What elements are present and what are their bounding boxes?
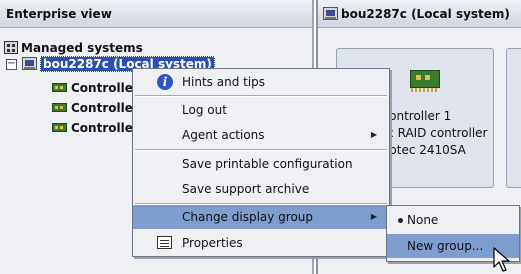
submenu-item-none[interactable]: None [387,208,519,232]
controller-card-icon [410,70,440,92]
context-menu: i Hints and tips Log out Agent actions ▶… [132,68,390,257]
menu-item-properties[interactable]: Properties [133,231,389,255]
menu-item-label: Save support archive [182,182,310,196]
menu-item-hints-and-tips[interactable]: i Hints and tips [133,70,389,94]
menu-item-save-printable-configuration[interactable]: Save printable configuration [133,152,389,176]
menu-separator [135,95,387,97]
menu-item-label: Save printable configuration [182,157,353,171]
properties-icon [157,236,172,249]
menu-item-label: Log out [182,103,227,117]
radio-selected-icon [398,218,403,223]
menu-separator [135,149,387,151]
collapse-toggle[interactable]: − [6,59,17,70]
menu-item-label: Properties [182,236,243,250]
menu-item-log-out[interactable]: Log out [133,98,389,122]
controller-tile[interactable] [506,48,521,188]
submenu-item-label: None [407,213,439,227]
tree-item-managed-systems[interactable]: Managed systems [4,40,143,56]
server-icon [323,7,338,20]
controller-card-icon [52,123,67,132]
submenu-item-label: New group... [407,239,484,253]
submenu-arrow-icon: ▶ [370,212,377,221]
building-icon [4,41,18,54]
menu-item-save-support-archive[interactable]: Save support archive [133,177,389,201]
menu-item-agent-actions[interactable]: Agent actions ▶ [133,123,389,147]
info-icon: i [157,74,173,90]
menu-item-label: Change display group [182,210,314,224]
controller-card-icon [52,103,67,112]
submenu-arrow-icon: ▶ [370,130,377,139]
mouse-pointer-icon [493,247,510,272]
controller-card-icon [52,83,67,92]
enterprise-view-title: Enterprise view [0,0,312,28]
menu-item-label: Hints and tips [182,75,266,89]
tree-item-label: Managed systems [21,41,143,55]
menu-item-change-display-group[interactable]: Change display group ▶ [133,205,389,229]
system-view-title-text: bou2287c (Local system) [341,7,510,21]
server-icon [22,57,37,70]
system-view-title: bou2287c (Local system) [318,0,521,28]
menu-item-label: Agent actions [182,128,265,142]
